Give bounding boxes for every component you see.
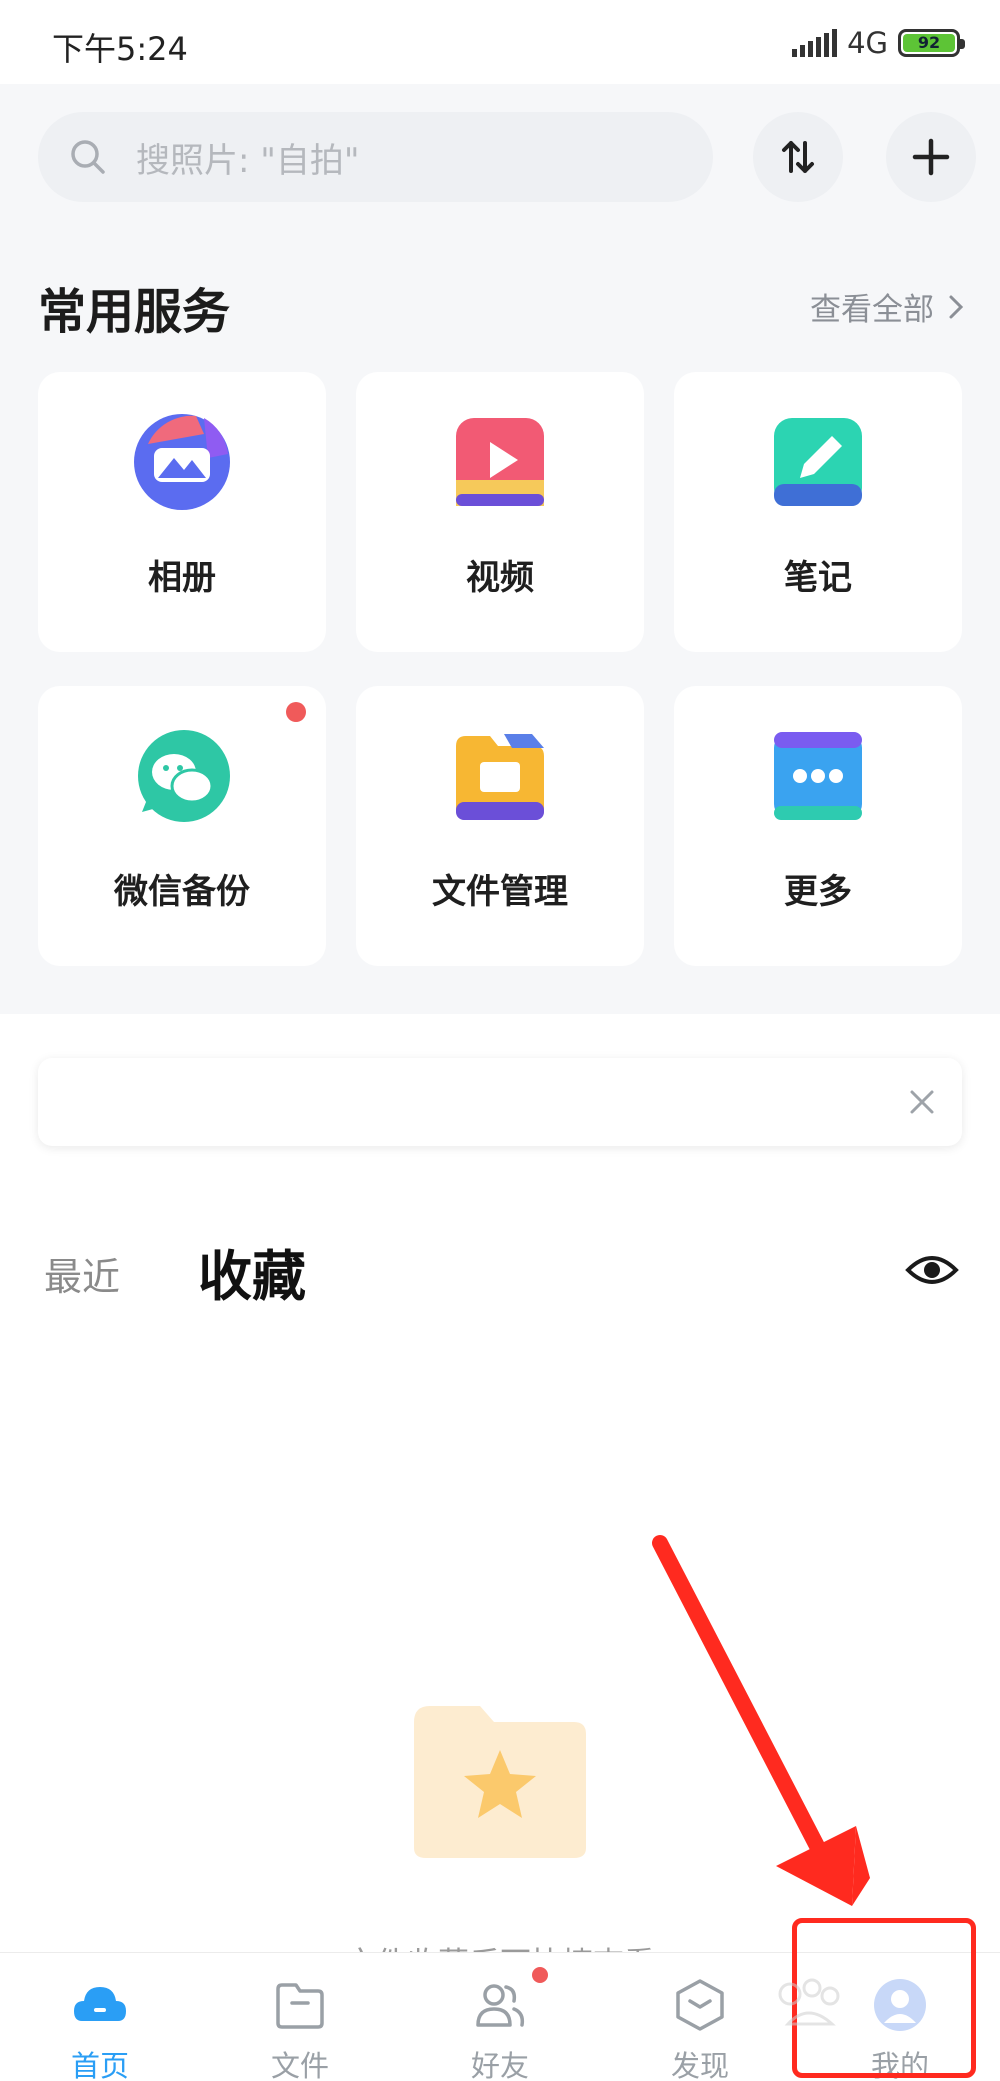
notification-dot [286,702,306,722]
battery-level: 92 [903,34,955,52]
signal-icon [792,29,838,57]
service-label: 笔记 [784,558,852,598]
battery-icon: 92 [898,29,965,57]
eye-icon[interactable] [904,1242,960,1298]
nav-label: 发现 [670,2049,729,2081]
note-icon [774,418,862,506]
search-placeholder: 搜照片: "自拍" [136,140,360,181]
nav-item-friends[interactable]: 好友 [400,1953,600,2081]
status-time: 下午5:24 [52,30,188,68]
status-indicators: 4G 92 [792,26,965,60]
banner-card[interactable] [38,1058,962,1146]
search-bar[interactable]: 搜照片: "自拍" [38,112,713,202]
services-title: 常用服务 [38,284,231,340]
folder-icon [276,1983,324,2029]
home-cloud-icon [74,1987,126,2021]
nav-item-home[interactable]: 首页 [0,1953,200,2081]
service-card-wechat-backup[interactable]: 微信备份 [38,686,326,966]
view-all-link[interactable]: 查看全部 [810,284,964,329]
tab-favorites[interactable]: 收藏 [198,1232,306,1311]
service-card-more[interactable]: 更多 [674,686,962,966]
close-icon [910,1090,934,1114]
plus-icon [912,138,950,176]
star-folder-icon [414,1706,586,1858]
notification-dot [532,1967,548,1983]
chevron-right-icon [949,295,964,318]
service-card-album[interactable]: 相册 [38,372,326,652]
nav-label: 好友 [470,2049,529,2081]
nav-item-files[interactable]: 文件 [200,1953,400,2081]
service-label: 文件管理 [432,872,568,912]
sort-arrows-icon [782,141,814,173]
add-button[interactable] [886,112,976,202]
service-card-video[interactable]: 视频 [356,372,644,652]
file-manager-icon [456,734,544,820]
sort-button[interactable] [753,112,843,202]
status-bar: 下午5:24 4G 92 [0,0,1000,84]
tab-recent[interactable]: 最近 [44,1246,120,1301]
view-all-label: 查看全部 [810,292,934,328]
more-icon [774,732,862,820]
baidu-watermark-logo [778,1978,840,2026]
nav-label: 文件 [270,2049,329,2081]
discover-icon [676,1979,724,2031]
service-card-notes[interactable]: 笔记 [674,372,962,652]
album-icon [134,414,230,510]
service-label: 微信备份 [114,872,250,912]
service-label: 更多 [784,872,852,912]
search-icon [71,140,105,174]
service-card-file-manager[interactable]: 文件管理 [356,686,644,966]
video-icon [456,418,544,506]
nav-label: 首页 [70,2049,129,2081]
banner-close-button[interactable] [902,1082,942,1122]
friends-icon [476,1984,525,2027]
network-type: 4G [847,26,888,60]
service-label: 视频 [466,558,534,598]
service-label: 相册 [148,558,216,598]
wechat-backup-icon [138,730,230,822]
